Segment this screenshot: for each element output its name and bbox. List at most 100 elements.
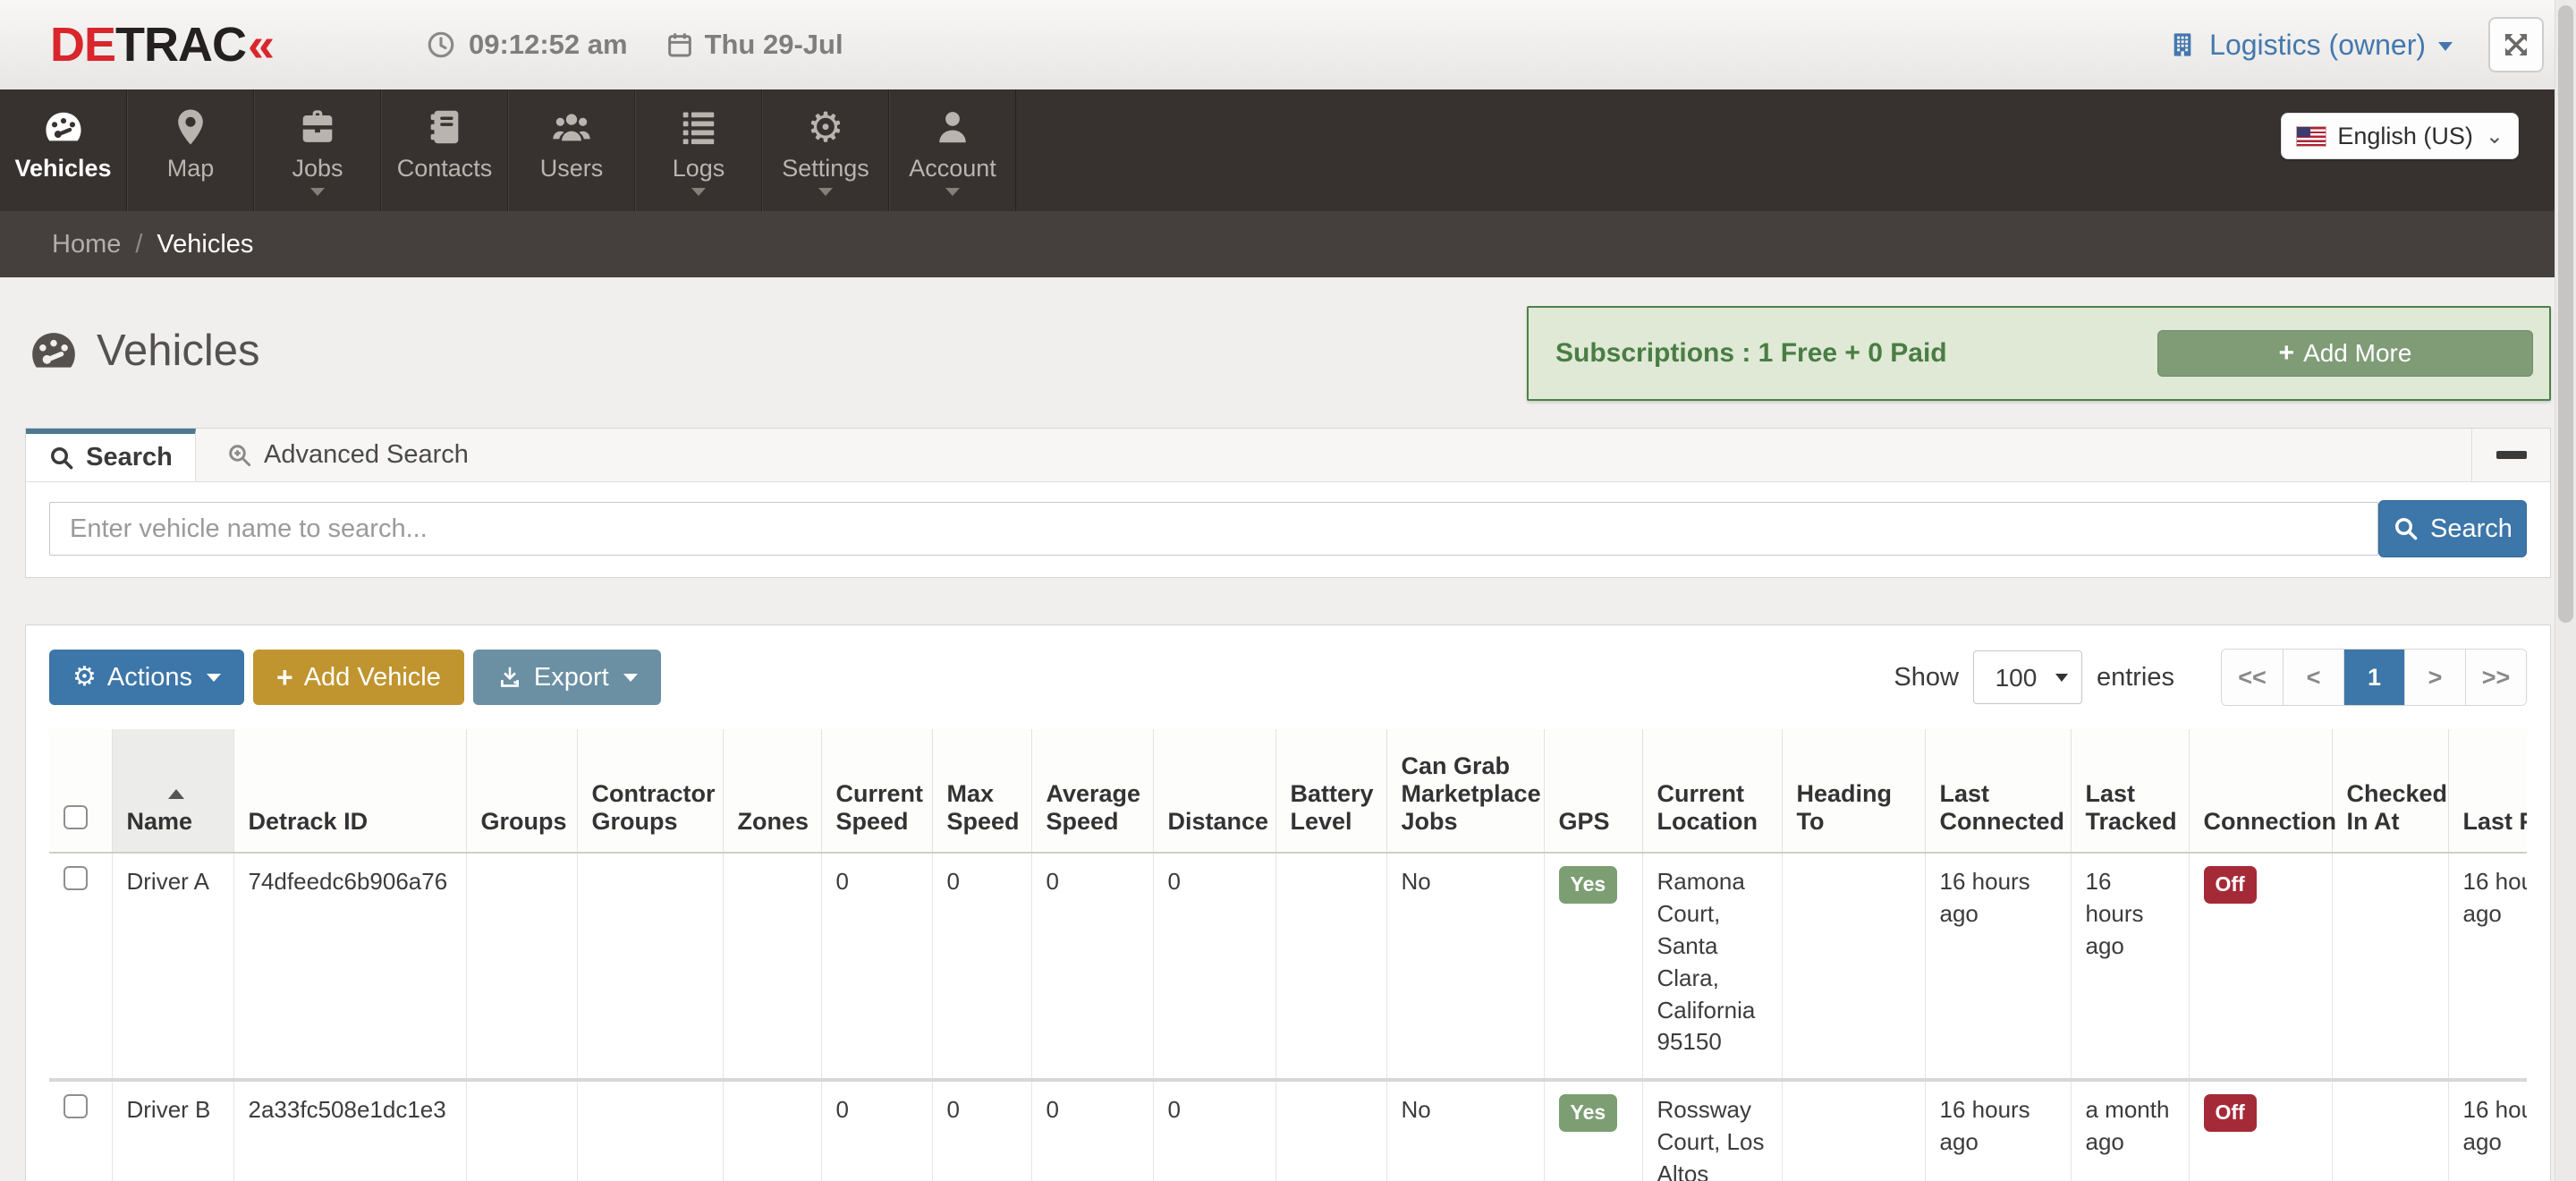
cell-can_grab_marketplace_jobs: No — [1386, 853, 1544, 1080]
list-controls: Show 100 entries <<<1>>> — [1894, 649, 2527, 706]
col-header-can_grab_marketplace_jobs[interactable]: Can Grab Marketplace Jobs — [1386, 729, 1544, 853]
col-header-select — [49, 729, 112, 853]
actions-button[interactable]: ⚙ Actions — [49, 650, 244, 705]
logo-chevron: « — [248, 18, 274, 72]
search-button[interactable]: Search — [2378, 500, 2527, 557]
page-button[interactable]: < — [2283, 650, 2343, 705]
col-header-connection[interactable]: Connection — [2189, 729, 2332, 853]
col-header-detrack_id[interactable]: Detrack ID — [233, 729, 466, 853]
table-row: Driver B2a33fc508e1dc1e30000NoYesRossway… — [49, 1080, 2527, 1181]
plus-icon: + — [2279, 338, 2295, 369]
cell-last_tracked: a month ago — [2071, 1080, 2189, 1181]
nav-item-contacts[interactable]: Contacts — [381, 89, 508, 211]
cell-detrack_id: 74dfeedc6b906a76 — [233, 853, 466, 1080]
col-header-last_tracked[interactable]: Last Tracked — [2071, 729, 2189, 853]
gear-icon: ⚙ — [807, 103, 843, 148]
cell-battery_level — [1275, 1080, 1386, 1181]
col-header-current_location[interactable]: Current Location — [1642, 729, 1782, 853]
cell-current_speed: 0 — [821, 853, 932, 1080]
cell-checked_in_at — [2332, 853, 2448, 1080]
page-button-active[interactable]: 1 — [2343, 650, 2404, 705]
cell-max_speed: 0 — [932, 853, 1031, 1080]
add-vehicle-button[interactable]: + Add Vehicle — [253, 650, 464, 705]
col-header-max_speed[interactable]: Max Speed — [932, 729, 1031, 853]
cell-name: Driver A — [112, 853, 233, 1080]
select-all-checkbox[interactable] — [64, 805, 88, 829]
users-group-icon — [551, 103, 592, 148]
col-header-groups[interactable]: Groups — [466, 729, 577, 853]
plus-icon: + — [276, 661, 293, 694]
add-more-button[interactable]: + Add More — [2157, 330, 2533, 377]
vehicle-search-input[interactable] — [49, 502, 2378, 556]
current-time: 09:12:52 am — [426, 29, 628, 61]
col-header-average_speed[interactable]: Average Speed — [1031, 729, 1153, 853]
nav-label-users: Users — [540, 155, 604, 183]
cell-last_poi: 16 hours ago — [2448, 853, 2527, 1080]
tab-search-label: Search — [86, 443, 173, 472]
col-header-current_speed[interactable]: Current Speed — [821, 729, 932, 853]
language-label: English (US) — [2337, 123, 2473, 150]
dropdown-caret-icon — [691, 188, 706, 204]
search-button-label: Search — [2430, 514, 2512, 544]
cell-checked_in_at — [2332, 1080, 2448, 1181]
nav-item-logs[interactable]: Logs — [635, 89, 762, 211]
page-title: Vehicles — [29, 326, 260, 376]
cell-select — [49, 1080, 112, 1181]
col-header-last_poi[interactable]: Last POI — [2448, 729, 2527, 853]
col-header-zones[interactable]: Zones — [723, 729, 821, 853]
col-header-name[interactable]: Name — [112, 729, 233, 853]
clock-icon — [426, 30, 456, 60]
tab-advanced-search[interactable]: Advanced Search — [196, 429, 499, 481]
logo-de: DE — [50, 18, 115, 72]
logo-trac: TRAC — [115, 18, 246, 72]
nav-item-jobs[interactable]: Jobs — [254, 89, 381, 211]
page-button[interactable]: << — [2222, 650, 2283, 705]
status-badge-yes: Yes — [1559, 1094, 1618, 1132]
col-header-distance[interactable]: Distance — [1153, 729, 1275, 853]
col-header-battery_level[interactable]: Battery Level — [1275, 729, 1386, 853]
subscriptions-panel: Subscriptions : 1 Free + 0 Paid + Add Mo… — [1527, 306, 2551, 401]
breadcrumb-home-link[interactable]: Home — [52, 230, 121, 259]
page-button[interactable]: >> — [2465, 650, 2526, 705]
col-header-contractor_groups[interactable]: Contractor Groups — [577, 729, 723, 853]
export-button[interactable]: Export — [473, 650, 661, 705]
col-header-gps[interactable]: GPS — [1544, 729, 1642, 853]
row-checkbox[interactable] — [64, 866, 88, 890]
organization-menu[interactable]: Logistics (owner) — [2168, 29, 2453, 62]
cell-battery_level — [1275, 853, 1386, 1080]
table-toolbar: ⚙ Actions + Add Vehicle Export Show 100 … — [49, 649, 2527, 706]
contacts-book-icon — [424, 103, 465, 148]
sort-ascending-icon — [168, 789, 184, 799]
vehicles-icon — [29, 326, 79, 376]
col-header-heading_to[interactable]: Heading To — [1782, 729, 1925, 853]
cell-average_speed: 0 — [1031, 1080, 1153, 1181]
row-checkbox[interactable] — [64, 1094, 88, 1118]
nav-item-users[interactable]: Users — [508, 89, 635, 211]
cell-can_grab_marketplace_jobs: No — [1386, 1080, 1544, 1181]
nav-item-settings[interactable]: ⚙ Settings — [762, 89, 889, 211]
map-pin-icon — [170, 103, 211, 148]
search-panel: Search Advanced Search Search — [25, 428, 2551, 578]
vertical-scrollbar[interactable] — [2555, 0, 2576, 1181]
chevron-down-icon — [207, 674, 221, 682]
col-header-last_connected[interactable]: Last Connected — [1925, 729, 2071, 853]
breadcrumb-separator: / — [135, 230, 142, 259]
fullscreen-button[interactable] — [2488, 17, 2544, 72]
scrollbar-thumb[interactable] — [2558, 5, 2573, 623]
page-size-select[interactable]: 100 — [1973, 650, 2082, 704]
tab-search[interactable]: Search — [26, 429, 196, 481]
cell-last_tracked: 16 hours ago — [2071, 853, 2189, 1080]
pagination: <<<1>>> — [2221, 649, 2527, 706]
cell-zones — [723, 853, 821, 1080]
page-button[interactable]: > — [2404, 650, 2465, 705]
nav-item-account[interactable]: Account — [889, 89, 1016, 211]
language-selector[interactable]: English (US) ⌄ — [2281, 113, 2519, 159]
cell-gps: Yes — [1544, 1080, 1642, 1181]
collapse-panel-button[interactable] — [2471, 429, 2550, 481]
col-header-checked_in_at[interactable]: Checked In At — [2332, 729, 2448, 853]
status-badge-off: Off — [2204, 1094, 2257, 1132]
nav-item-vehicles[interactable]: Vehicles — [0, 89, 127, 211]
cell-distance: 0 — [1153, 1080, 1275, 1181]
table-row: Driver A74dfeedc6b906a760000NoYesRamona … — [49, 853, 2527, 1080]
nav-item-map[interactable]: Map — [127, 89, 254, 211]
